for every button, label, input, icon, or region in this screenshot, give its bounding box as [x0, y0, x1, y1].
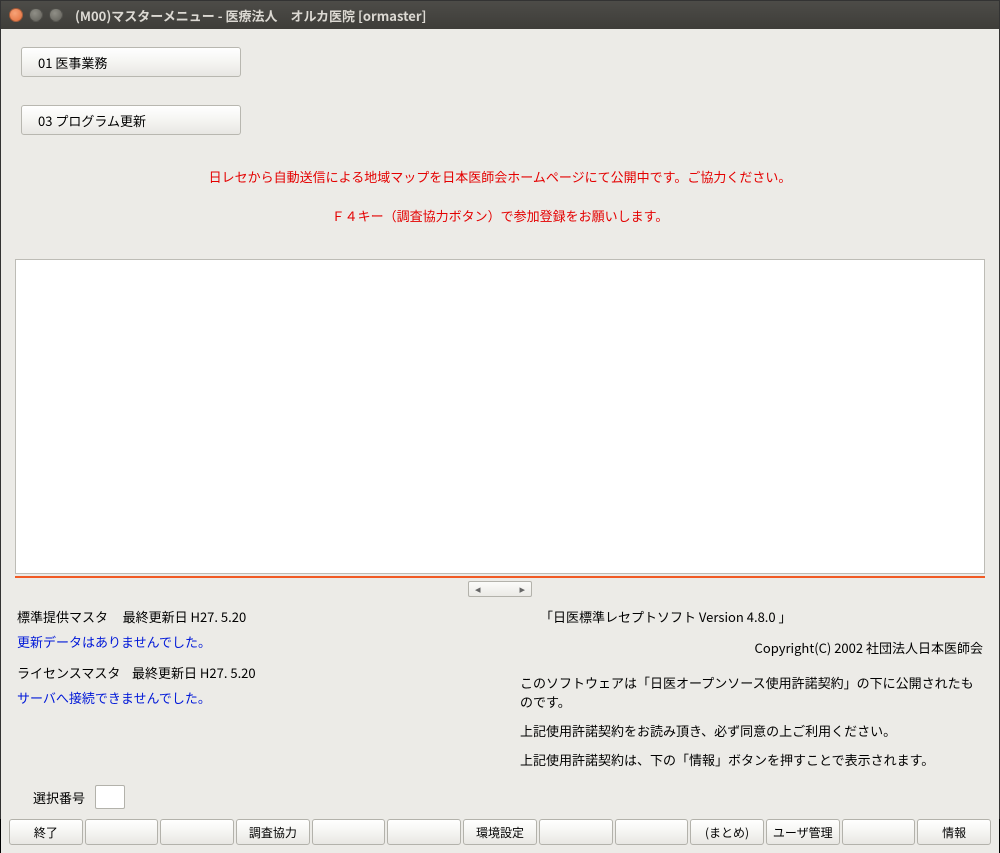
info-section: 標準提供マスタ 最終更新日 H27. 5.20 更新データはありませんでした。 … — [1, 607, 999, 779]
menu-buttons: 01 医事業務 03 プログラム更新 — [1, 29, 999, 135]
splitter-handle[interactable] — [468, 581, 532, 597]
window-title: (M00)マスターメニュー - 医療法人 オルカ医院 [ormaster] — [75, 6, 426, 25]
fkey-env[interactable]: 環境設定 — [463, 819, 537, 845]
select-input[interactable] — [95, 785, 125, 809]
fkey-exit[interactable]: 終了 — [9, 819, 83, 845]
divider — [15, 576, 985, 601]
fkey-3[interactable] — [160, 819, 234, 845]
fkey-6[interactable] — [387, 819, 461, 845]
menu-01-button[interactable]: 01 医事業務 — [21, 47, 241, 77]
close-icon[interactable] — [9, 8, 23, 22]
fkey-8[interactable] — [539, 819, 613, 845]
lic-master-line: ライセンスマスタ 最終更新日 H27. 5.20 — [17, 663, 480, 682]
select-label: 選択番号 — [33, 788, 85, 807]
notices: 日レセから自動送信による地域マップを日本医師会ホームページにて公開中です。ご協力… — [1, 135, 999, 245]
fkey-survey[interactable]: 調査協力 — [236, 819, 310, 845]
info-right: 「日医標準レセプトソフト Version 4.8.0 」 Copyright(C… — [520, 607, 983, 779]
fkey-row: 終了 調査協力 環境設定 (まとめ) ユーザ管理 情報 — [1, 819, 999, 853]
note-1: このソフトウェアは「日医オープンソース使用許諾契約」の下に公開されたものです。 — [520, 673, 983, 711]
titlebar: (M00)マスターメニュー - 医療法人 オルカ医院 [ormaster] — [1, 1, 999, 29]
select-row: 選択番号 — [1, 779, 999, 819]
divider-line — [15, 576, 985, 578]
lic-master-label: ライセンスマスタ — [17, 663, 120, 682]
std-master-label: 標準提供マスタ — [17, 607, 108, 626]
std-master-line: 標準提供マスタ 最終更新日 H27. 5.20 — [17, 607, 480, 626]
minimize-icon[interactable] — [29, 8, 43, 22]
fkey-5[interactable] — [312, 819, 386, 845]
version-line: 「日医標準レセプトソフト Version 4.8.0 」 — [520, 607, 983, 626]
note-3: 上記使用許諾契約は、下の「情報」ボタンを押すことで表示されます。 — [520, 750, 983, 769]
lic-master-msg: サーバへ接続できませんでした。 — [17, 688, 480, 707]
fkey-user-mgmt[interactable]: ユーザ管理 — [766, 819, 840, 845]
info-left: 標準提供マスタ 最終更新日 H27. 5.20 更新データはありませんでした。 … — [17, 607, 480, 779]
fkey-summary[interactable]: (まとめ) — [690, 819, 764, 845]
menu-03-button[interactable]: 03 プログラム更新 — [21, 105, 241, 135]
lic-master-update: 最終更新日 H27. 5.20 — [132, 663, 256, 682]
fkey-12[interactable] — [842, 819, 916, 845]
std-master-msg: 更新データはありませんでした。 — [17, 632, 480, 651]
fkey-info[interactable]: 情報 — [917, 819, 991, 845]
maximize-icon[interactable] — [49, 8, 63, 22]
fkey-9[interactable] — [615, 819, 689, 845]
notice-1: 日レセから自動送信による地域マップを日本医師会ホームページにて公開中です。ご協力… — [1, 167, 999, 186]
app-window: (M00)マスターメニュー - 医療法人 オルカ医院 [ormaster] 01… — [0, 0, 1000, 819]
fkey-2[interactable] — [85, 819, 159, 845]
main-panel — [15, 259, 985, 574]
std-master-update: 最終更新日 H27. 5.20 — [123, 607, 247, 626]
window-controls — [9, 8, 63, 22]
notice-2: Ｆ４キー（調査協力ボタン）で参加登録をお願いします。 — [1, 206, 999, 225]
copyright-line: Copyright(C) 2002 社団法人日本医師会 — [520, 638, 983, 657]
content-area: 01 医事業務 03 プログラム更新 日レセから自動送信による地域マップを日本医… — [1, 29, 999, 853]
note-2: 上記使用許諾契約をお読み頂き、必ず同意の上ご利用ください。 — [520, 721, 983, 740]
